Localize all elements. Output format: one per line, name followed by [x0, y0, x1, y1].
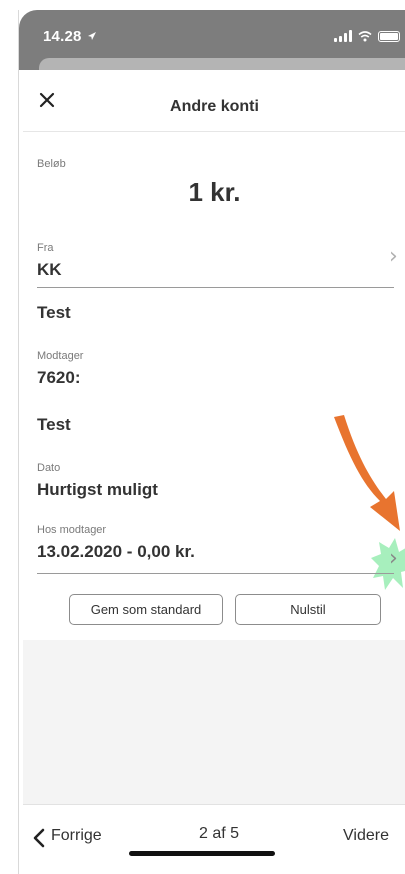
home-indicator — [129, 851, 275, 856]
nav-header: Andre konti — [23, 70, 405, 132]
date-label: Dato — [37, 462, 61, 474]
empty-gray-area — [23, 640, 405, 804]
from-label: Fra — [37, 242, 54, 254]
recipient-text-field[interactable]: Test — [37, 415, 71, 435]
status-time: 14.28 — [43, 28, 82, 45]
status-icons — [334, 30, 400, 42]
save-default-button[interactable]: Gem som standard — [69, 594, 223, 625]
reset-button[interactable]: Nulstil — [235, 594, 381, 625]
page-indicator: 2 af 5 — [199, 825, 240, 842]
at-recipient-chevron-icon[interactable]: › — [389, 546, 398, 571]
previous-button[interactable]: Forrige — [51, 827, 102, 845]
at-recipient-label: Hos modtager — [37, 524, 107, 536]
phone-screen: 14.28 Andre konti Beløb 1 kr. Fra KK › T… — [18, 10, 405, 874]
from-divider — [37, 287, 394, 288]
amount-value[interactable]: 1 kr. — [23, 177, 405, 208]
amount-label: Beløb — [37, 158, 66, 170]
location-arrow-icon — [88, 32, 96, 40]
recipient-label: Modtager — [37, 350, 84, 362]
cellular-signal-icon — [334, 30, 352, 42]
battery-icon — [378, 31, 400, 42]
page-title: Andre konti — [170, 98, 259, 115]
wifi-icon — [358, 31, 372, 42]
annotation-arrow-icon — [334, 415, 400, 531]
date-value[interactable]: Hurtigst muligt — [37, 480, 158, 500]
recipient-account-field[interactable]: 7620: — [37, 368, 80, 388]
from-account-value[interactable]: KK — [37, 260, 62, 280]
next-button[interactable]: Videre — [343, 827, 389, 845]
at-recipient-divider — [37, 573, 394, 574]
from-text-field[interactable]: Test — [37, 303, 71, 323]
chevron-left-icon[interactable] — [33, 828, 45, 848]
highlight-starburst-icon — [371, 538, 405, 590]
at-recipient-value[interactable]: 13.02.2020 - 0,00 kr. — [37, 542, 195, 562]
chevron-right-icon[interactable]: › — [389, 244, 398, 269]
